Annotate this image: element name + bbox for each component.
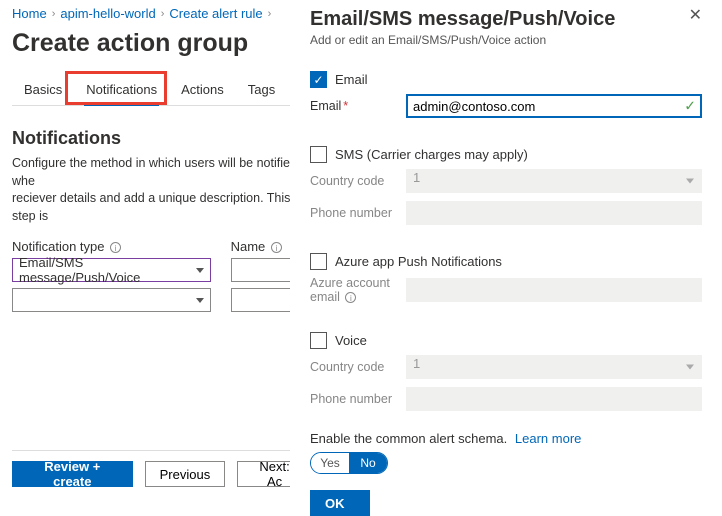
email-checkbox[interactable]: [310, 71, 327, 88]
voice-checkbox[interactable]: [310, 332, 327, 349]
learn-more-link[interactable]: Learn more: [515, 431, 581, 446]
method-sms: SMS (Carrier charges may apply) Country …: [310, 146, 702, 225]
side-panel: Email/SMS message/Push/Voice Add or edit…: [290, 0, 722, 505]
method-push: Azure app Push Notifications Azure accou…: [310, 253, 702, 304]
schema-text: Enable the common alert schema.: [310, 431, 507, 446]
email-field[interactable]: [406, 94, 702, 118]
chevron-down-icon: [196, 298, 204, 303]
email-checkbox-label: Email: [335, 72, 368, 87]
main-page: Home › apim-hello-world › Create alert r…: [0, 0, 310, 312]
schema-toggle-yes[interactable]: Yes: [311, 453, 349, 473]
voice-country-select[interactable]: 1: [406, 355, 702, 379]
tab-basics[interactable]: Basics: [12, 76, 74, 105]
sms-phone-label: Phone number: [310, 206, 400, 220]
check-icon: ✓: [684, 98, 696, 115]
panel-title: Email/SMS message/Push/Voice: [310, 8, 615, 31]
schema-toggle[interactable]: Yes No: [310, 452, 388, 474]
sms-phone-input[interactable]: [406, 201, 702, 225]
sms-country-select[interactable]: 1: [406, 169, 702, 193]
method-email: Email Email* ✓: [310, 71, 702, 118]
push-checkbox[interactable]: [310, 253, 327, 270]
schema-row: Enable the common alert schema. Learn mo…: [310, 431, 702, 474]
chevron-down-icon: [196, 268, 204, 273]
voice-phone-input[interactable]: [406, 387, 702, 411]
tabs: Basics Notifications Actions Tags Revie: [12, 76, 310, 106]
notification-type-select[interactable]: Email/SMS message/Push/Voice: [12, 258, 211, 282]
info-icon[interactable]: i: [345, 292, 356, 303]
push-email-label: Azure account email i: [310, 276, 400, 304]
tab-tags[interactable]: Tags: [236, 76, 287, 105]
breadcrumb-home[interactable]: Home: [12, 6, 47, 21]
section-description: Configure the method in which users will…: [12, 155, 310, 225]
method-voice: Voice Country code 1 Phone number: [310, 332, 702, 411]
footer-bar: Review + create Previous Next: Ac: [12, 450, 312, 487]
breadcrumb-resource[interactable]: apim-hello-world: [60, 6, 155, 21]
ok-button[interactable]: OK: [310, 490, 370, 516]
tab-actions[interactable]: Actions: [169, 76, 236, 105]
close-icon[interactable]: ✕: [689, 8, 702, 24]
page-title: Create action group: [12, 29, 310, 58]
column-header-name: Name: [231, 239, 266, 254]
info-icon[interactable]: i: [271, 242, 282, 253]
table-row: Email/SMS message/Push/Voice: [12, 258, 310, 282]
voice-country-label: Country code: [310, 360, 400, 374]
chevron-right-icon: ›: [161, 8, 165, 20]
push-email-input[interactable]: [406, 278, 702, 302]
chevron-down-icon: [686, 365, 694, 370]
section-title: Notifications: [12, 128, 310, 149]
breadcrumb-rule[interactable]: Create alert rule: [169, 6, 262, 21]
email-field-label: Email*: [310, 99, 400, 113]
sms-country-label: Country code: [310, 174, 400, 188]
tab-notifications[interactable]: Notifications: [74, 76, 169, 105]
voice-checkbox-label: Voice: [335, 333, 367, 348]
chevron-right-icon: ›: [268, 8, 272, 20]
chevron-right-icon: ›: [52, 8, 56, 20]
panel-subtitle: Add or edit an Email/SMS/Push/Voice acti…: [310, 33, 615, 47]
grid-header: Notification type i Name i: [12, 239, 310, 254]
schema-toggle-no[interactable]: No: [349, 453, 387, 473]
review-create-button[interactable]: Review + create: [12, 461, 133, 487]
breadcrumb: Home › apim-hello-world › Create alert r…: [12, 6, 310, 21]
table-row: [12, 288, 310, 312]
chevron-down-icon: [686, 179, 694, 184]
sms-checkbox[interactable]: [310, 146, 327, 163]
voice-phone-label: Phone number: [310, 392, 400, 406]
previous-button[interactable]: Previous: [145, 461, 226, 487]
info-icon[interactable]: i: [110, 242, 121, 253]
sms-checkbox-label: SMS (Carrier charges may apply): [335, 147, 528, 162]
push-checkbox-label: Azure app Push Notifications: [335, 254, 502, 269]
column-header-type: Notification type: [12, 239, 105, 254]
notification-type-select[interactable]: [12, 288, 211, 312]
